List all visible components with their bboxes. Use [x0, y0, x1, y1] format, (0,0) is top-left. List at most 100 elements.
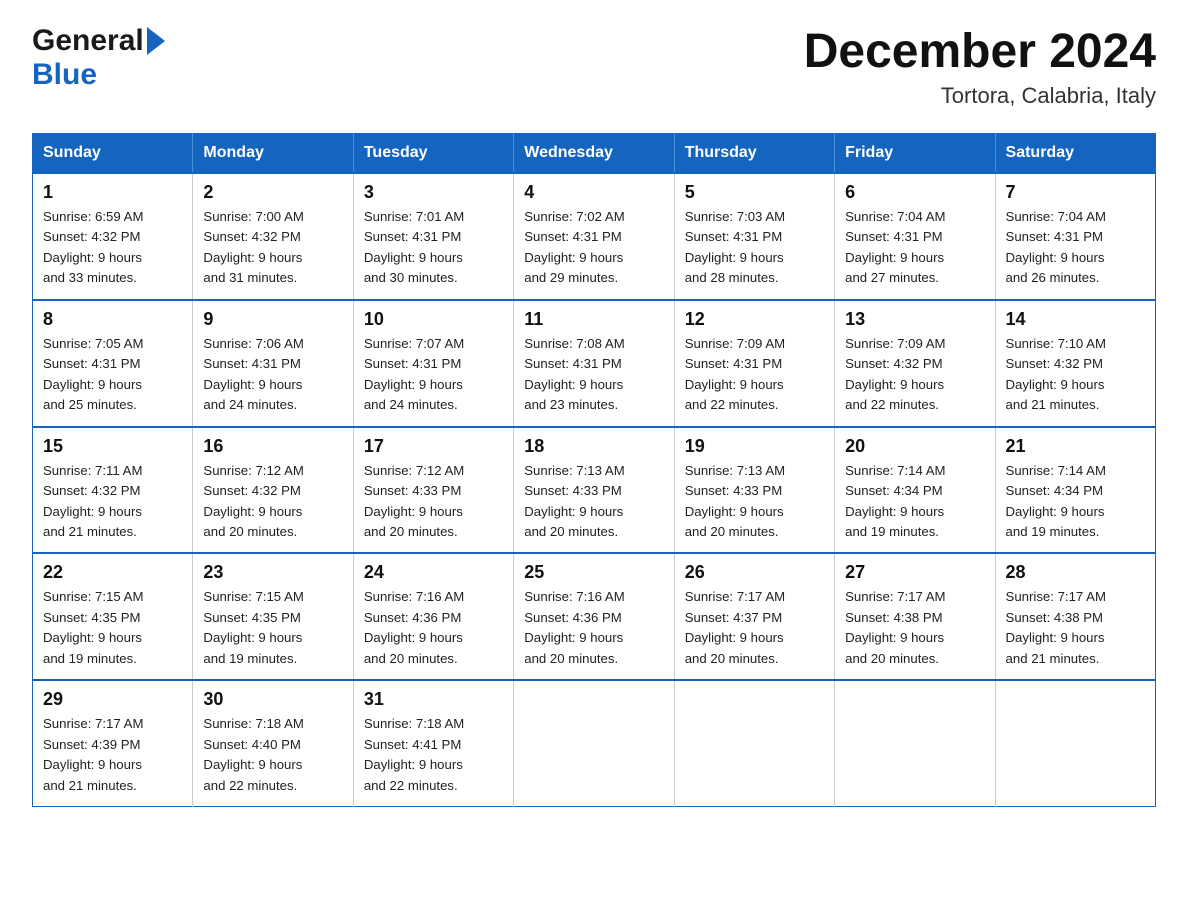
day-number: 16: [203, 436, 342, 457]
calendar-cell: 10Sunrise: 7:07 AMSunset: 4:31 PMDayligh…: [353, 300, 513, 427]
day-info: Sunrise: 7:18 AMSunset: 4:40 PMDaylight:…: [203, 714, 342, 796]
day-info: Sunrise: 7:03 AMSunset: 4:31 PMDaylight:…: [685, 207, 824, 289]
day-info: Sunrise: 7:14 AMSunset: 4:34 PMDaylight:…: [845, 461, 984, 543]
calendar-week-4: 22Sunrise: 7:15 AMSunset: 4:35 PMDayligh…: [33, 553, 1156, 680]
calendar-week-3: 15 Sunrise: 7:11 AMSunset: 4:32 PMDayligh…: [33, 427, 1156, 554]
day-header-saturday: Saturday: [995, 134, 1155, 174]
day-info: Sunrise: 7:05 AMSunset: 4:31 PMDaylight:…: [43, 334, 182, 416]
calendar-cell: 26 Sunrise: 7:17 AMSunset: 4:37 PMDayligh…: [674, 553, 834, 680]
calendar-cell: 30 Sunrise: 7:18 AMSunset: 4:40 PMDayligh…: [193, 680, 353, 806]
day-info: Sunrise: 6:59 AMSunset: 4:32 PMDaylight:…: [43, 207, 182, 289]
day-number: 25: [524, 562, 663, 583]
day-number: 18: [524, 436, 663, 457]
day-info: Sunrise: 7:17 AMSunset: 4:38 PMDaylight:…: [1006, 587, 1145, 669]
day-number: 11: [524, 309, 663, 330]
day-number: 1: [43, 182, 182, 203]
calendar-cell: 7 Sunrise: 7:04 AMSunset: 4:31 PMDaylight…: [995, 173, 1155, 300]
calendar-week-1: 1 Sunrise: 6:59 AMSunset: 4:32 PMDaylight…: [33, 173, 1156, 300]
calendar-subtitle: Tortora, Calabria, Italy: [804, 83, 1156, 109]
day-number: 20: [845, 436, 984, 457]
logo-arrow-icon: [147, 27, 165, 55]
calendar-cell: 15 Sunrise: 7:11 AMSunset: 4:32 PMDayligh…: [33, 427, 193, 554]
day-info: Sunrise: 7:14 AMSunset: 4:34 PMDaylight:…: [1006, 461, 1145, 543]
day-info: Sunrise: 7:10 AMSunset: 4:32 PMDaylight:…: [1006, 334, 1145, 416]
day-number: 28: [1006, 562, 1145, 583]
day-info: Sunrise: 7:15 AMSunset: 4:35 PMDaylight:…: [203, 587, 342, 669]
day-number: 17: [364, 436, 503, 457]
day-number: 10: [364, 309, 503, 330]
day-header-monday: Monday: [193, 134, 353, 174]
day-info: Sunrise: 7:13 AMSunset: 4:33 PMDaylight:…: [524, 461, 663, 543]
day-number: 23: [203, 562, 342, 583]
day-info: Sunrise: 7:09 AMSunset: 4:31 PMDaylight:…: [685, 334, 824, 416]
day-header-wednesday: Wednesday: [514, 134, 674, 174]
day-info: Sunrise: 7:17 AMSunset: 4:37 PMDaylight:…: [685, 587, 824, 669]
calendar-cell: 27Sunrise: 7:17 AMSunset: 4:38 PMDayligh…: [835, 553, 995, 680]
calendar-cell: [514, 680, 674, 806]
day-info: Sunrise: 7:06 AMSunset: 4:31 PMDaylight:…: [203, 334, 342, 416]
day-info: Sunrise: 7:00 AMSunset: 4:32 PMDaylight:…: [203, 207, 342, 289]
title-block: December 2024 Tortora, Calabria, Italy: [804, 24, 1156, 109]
calendar-cell: 28 Sunrise: 7:17 AMSunset: 4:38 PMDayligh…: [995, 553, 1155, 680]
calendar-cell: 20 Sunrise: 7:14 AMSunset: 4:34 PMDayligh…: [835, 427, 995, 554]
day-info: Sunrise: 7:02 AMSunset: 4:31 PMDaylight:…: [524, 207, 663, 289]
day-info: Sunrise: 7:01 AMSunset: 4:31 PMDaylight:…: [364, 207, 503, 289]
day-number: 15: [43, 436, 182, 457]
day-number: 26: [685, 562, 824, 583]
calendar-cell: [835, 680, 995, 806]
calendar-cell: 23 Sunrise: 7:15 AMSunset: 4:35 PMDayligh…: [193, 553, 353, 680]
day-info: Sunrise: 7:04 AMSunset: 4:31 PMDaylight:…: [1006, 207, 1145, 289]
day-number: 27: [845, 562, 984, 583]
calendar-week-2: 8 Sunrise: 7:05 AMSunset: 4:31 PMDaylight…: [33, 300, 1156, 427]
calendar-cell: 9 Sunrise: 7:06 AMSunset: 4:31 PMDaylight…: [193, 300, 353, 427]
calendar-header-row: SundayMondayTuesdayWednesdayThursdayFrid…: [33, 134, 1156, 174]
calendar-cell: 12 Sunrise: 7:09 AMSunset: 4:31 PMDayligh…: [674, 300, 834, 427]
calendar-cell: 21 Sunrise: 7:14 AMSunset: 4:34 PMDayligh…: [995, 427, 1155, 554]
day-number: 31: [364, 689, 503, 710]
day-number: 21: [1006, 436, 1145, 457]
logo: General Blue: [32, 24, 165, 92]
day-info: Sunrise: 7:12 AMSunset: 4:32 PMDaylight:…: [203, 461, 342, 543]
day-info: Sunrise: 7:08 AMSunset: 4:31 PMDaylight:…: [524, 334, 663, 416]
day-number: 19: [685, 436, 824, 457]
calendar-cell: 25 Sunrise: 7:16 AMSunset: 4:36 PMDayligh…: [514, 553, 674, 680]
day-number: 9: [203, 309, 342, 330]
day-number: 12: [685, 309, 824, 330]
calendar-cell: 31 Sunrise: 7:18 AMSunset: 4:41 PMDayligh…: [353, 680, 513, 806]
day-number: 30: [203, 689, 342, 710]
calendar-cell: 5Sunrise: 7:03 AMSunset: 4:31 PMDaylight…: [674, 173, 834, 300]
day-info: Sunrise: 7:09 AMSunset: 4:32 PMDaylight:…: [845, 334, 984, 416]
calendar-cell: 2 Sunrise: 7:00 AMSunset: 4:32 PMDaylight…: [193, 173, 353, 300]
day-number: 13: [845, 309, 984, 330]
day-number: 14: [1006, 309, 1145, 330]
day-header-sunday: Sunday: [33, 134, 193, 174]
day-info: Sunrise: 7:17 AMSunset: 4:39 PMDaylight:…: [43, 714, 182, 796]
calendar-cell: 18 Sunrise: 7:13 AMSunset: 4:33 PMDayligh…: [514, 427, 674, 554]
calendar-cell: 13 Sunrise: 7:09 AMSunset: 4:32 PMDayligh…: [835, 300, 995, 427]
calendar-cell: [674, 680, 834, 806]
logo-blue-text: Blue: [32, 58, 97, 91]
day-info: Sunrise: 7:15 AMSunset: 4:35 PMDaylight:…: [43, 587, 182, 669]
day-number: 8: [43, 309, 182, 330]
day-info: Sunrise: 7:16 AMSunset: 4:36 PMDaylight:…: [524, 587, 663, 669]
day-info: Sunrise: 7:11 AMSunset: 4:32 PMDaylight:…: [43, 461, 182, 543]
calendar-cell: [995, 680, 1155, 806]
calendar-title: December 2024: [804, 24, 1156, 79]
day-header-thursday: Thursday: [674, 134, 834, 174]
day-header-tuesday: Tuesday: [353, 134, 513, 174]
day-number: 2: [203, 182, 342, 203]
calendar-cell: 6Sunrise: 7:04 AMSunset: 4:31 PMDaylight…: [835, 173, 995, 300]
calendar-cell: 22Sunrise: 7:15 AMSunset: 4:35 PMDayligh…: [33, 553, 193, 680]
calendar-cell: 11 Sunrise: 7:08 AMSunset: 4:31 PMDayligh…: [514, 300, 674, 427]
calendar-cell: 4Sunrise: 7:02 AMSunset: 4:31 PMDaylight…: [514, 173, 674, 300]
day-number: 7: [1006, 182, 1145, 203]
day-info: Sunrise: 7:18 AMSunset: 4:41 PMDaylight:…: [364, 714, 503, 796]
calendar-cell: 8 Sunrise: 7:05 AMSunset: 4:31 PMDaylight…: [33, 300, 193, 427]
day-header-friday: Friday: [835, 134, 995, 174]
day-info: Sunrise: 7:12 AMSunset: 4:33 PMDaylight:…: [364, 461, 503, 543]
day-number: 3: [364, 182, 503, 203]
calendar-cell: 24Sunrise: 7:16 AMSunset: 4:36 PMDayligh…: [353, 553, 513, 680]
calendar-cell: 3 Sunrise: 7:01 AMSunset: 4:31 PMDaylight…: [353, 173, 513, 300]
calendar-cell: 14 Sunrise: 7:10 AMSunset: 4:32 PMDayligh…: [995, 300, 1155, 427]
day-info: Sunrise: 7:13 AMSunset: 4:33 PMDaylight:…: [685, 461, 824, 543]
